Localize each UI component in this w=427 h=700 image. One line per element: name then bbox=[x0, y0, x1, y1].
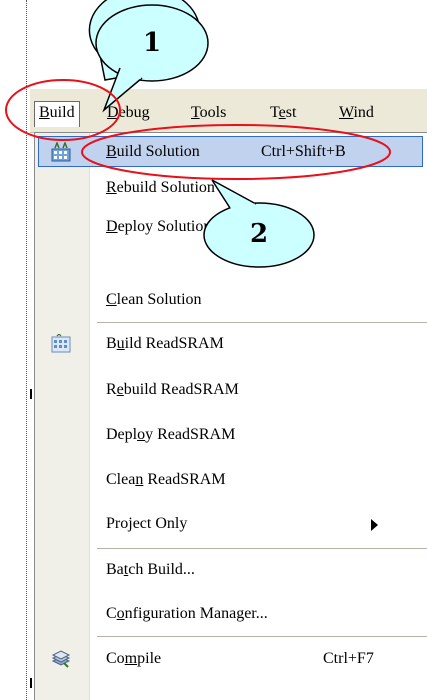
menu-test[interactable]: Test bbox=[267, 103, 299, 123]
compile-icon bbox=[51, 650, 71, 668]
menu-item-deploy-solution[interactable]: Deploy Solution bbox=[35, 209, 427, 245]
callout-1-number: 1 bbox=[143, 28, 162, 58]
menu-item-label: Clean ReadSRAM bbox=[106, 471, 226, 488]
menu-item-highlight bbox=[38, 136, 423, 167]
menu-build[interactable]: Build bbox=[34, 101, 80, 127]
menu-item-clean-solution[interactable]: Clean Solution bbox=[35, 282, 427, 318]
menu-item-label: Build ReadSRAM bbox=[106, 335, 224, 352]
page-margin-line bbox=[26, 0, 27, 700]
menu-item-project-only[interactable]: Project Only bbox=[35, 506, 427, 542]
menu-item-label: Build Solution bbox=[106, 143, 200, 160]
menu-separator bbox=[97, 548, 427, 549]
menu-item-rebuild-project[interactable]: Rebuild ReadSRAM bbox=[35, 372, 427, 408]
submenu-arrow-icon bbox=[371, 519, 378, 531]
menu-item-label: Deploy Solution bbox=[106, 218, 212, 235]
menu-item-build-solution[interactable]: Build Solution Ctrl+Shift+B bbox=[35, 134, 427, 170]
menu-item-configuration-manager[interactable]: Configuration Manager... bbox=[35, 596, 427, 632]
menu-item-shortcut: Ctrl+F7 bbox=[323, 650, 374, 667]
menu-item-label: Project Only bbox=[106, 515, 188, 532]
menu-item-shortcut: Ctrl+Shift+B bbox=[261, 143, 346, 160]
menu-debug[interactable]: Debug bbox=[104, 103, 153, 123]
menu-item-label: Rebuild Solution bbox=[106, 179, 215, 196]
menu-item-deploy-project[interactable]: Deploy ReadSRAM bbox=[35, 417, 427, 453]
menu-item-label: Clean Solution bbox=[106, 291, 202, 308]
margin-tick bbox=[30, 678, 32, 688]
screenshot-root: Build Debug Tools Test Wind Build Soluti… bbox=[0, 0, 427, 700]
menu-item-compile[interactable]: Compile Ctrl+F7 bbox=[35, 641, 427, 677]
menu-item-label: Batch Build... bbox=[106, 561, 195, 578]
margin-tick bbox=[30, 389, 32, 399]
menu-window[interactable]: Wind bbox=[336, 103, 377, 123]
menu-item-label: Compile bbox=[106, 650, 162, 667]
menu-item-rebuild-solution[interactable]: Rebuild Solution bbox=[35, 170, 427, 206]
menu-item-label: Deploy ReadSRAM bbox=[106, 426, 236, 443]
menu-item-label: Configuration Manager... bbox=[106, 605, 268, 622]
menu-item-label: Rebuild ReadSRAM bbox=[106, 381, 239, 398]
menu-tools[interactable]: Tools bbox=[188, 103, 229, 123]
menu-item-clean-project[interactable]: Clean ReadSRAM bbox=[35, 462, 427, 498]
build-solution-icon bbox=[51, 142, 71, 162]
menu-separator bbox=[97, 322, 427, 323]
menu-item-build-project[interactable]: Build ReadSRAM bbox=[35, 326, 427, 362]
build-dropdown-menu: Build Solution Ctrl+Shift+B Rebuild Solu… bbox=[34, 132, 427, 700]
callout-2-number: 2 bbox=[250, 219, 269, 249]
menu-separator bbox=[97, 636, 427, 637]
menu-item-batch-build[interactable]: Batch Build... bbox=[35, 552, 427, 588]
menu-bar: Build Debug Tools Test Wind bbox=[30, 89, 427, 133]
build-project-icon bbox=[51, 334, 71, 353]
